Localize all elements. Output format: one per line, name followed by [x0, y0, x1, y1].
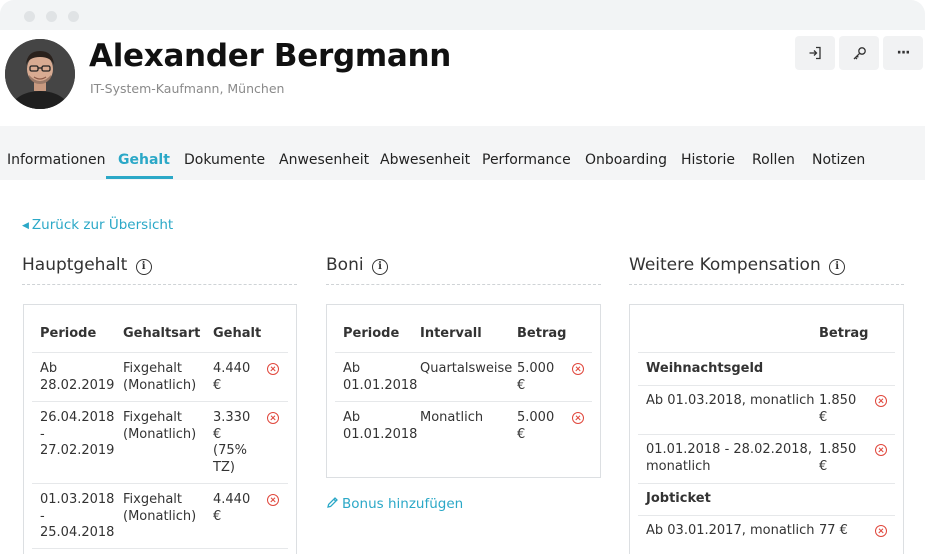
delete-icon[interactable]: [572, 363, 584, 375]
app-window: Alexander Bergmann IT-System-Kaufmann, M…: [0, 0, 925, 554]
row-divider: [638, 385, 895, 386]
key-icon: [853, 46, 866, 59]
cell-gehalt: 4.440 €: [213, 361, 251, 393]
back-link-label: Zurück zur Übersicht: [31, 217, 174, 233]
tab-notizen[interactable]: Notizen: [812, 152, 865, 168]
boni-table: Periode Intervall Betrag Ab 01.01.2018 Q…: [326, 304, 601, 478]
window-close-dot[interactable]: [24, 11, 35, 22]
cell-periode: Ab 03.01.2017, monatlich: [646, 523, 815, 538]
employee-subtitle: IT-System-Kaufmann, München: [90, 81, 285, 96]
login-as-button[interactable]: [795, 36, 835, 70]
delete-icon[interactable]: [875, 525, 887, 537]
cell-betrag: 77 €: [819, 523, 848, 538]
tab-rollen[interactable]: Rollen: [752, 152, 795, 168]
more-button[interactable]: ···: [883, 36, 923, 70]
cell-periode: 01.01.2018 - 28.02.2018, monatlich: [646, 442, 812, 474]
row-divider: [335, 401, 592, 402]
column-header-gehalt: Gehalt: [213, 326, 262, 341]
password-button[interactable]: [839, 36, 879, 70]
row-divider: [32, 352, 288, 353]
cell-gehaltsart: Fixgehalt (Monatlich): [123, 361, 197, 393]
column-header-intervall: Intervall: [420, 326, 482, 341]
tab-bar: Informationen Gehalt Dokumente Anwesenhe…: [0, 126, 925, 180]
row-divider: [32, 401, 288, 402]
row-divider: [638, 434, 895, 435]
section-divider: [629, 284, 904, 285]
cell-betrag: 1.850 €: [819, 442, 857, 474]
cell-betrag: 1.850 €: [819, 393, 857, 425]
column-header-gehaltsart: Gehaltsart: [123, 326, 201, 341]
column-header-betrag: Betrag: [819, 326, 869, 341]
sign-in-icon: [809, 46, 821, 60]
row-divider: [638, 515, 895, 516]
cell-periode: Ab 28.02.2019: [40, 361, 115, 393]
cell-betrag: 5.000 €: [517, 410, 555, 442]
cell-periode: Ab 01.03.2018, monatlich: [646, 393, 815, 408]
column-header-periode: Periode: [343, 326, 400, 341]
delete-icon[interactable]: [572, 412, 584, 424]
delete-icon[interactable]: [875, 395, 887, 407]
cell-gehaltsart: Fixgehalt (Monatlich): [123, 410, 197, 442]
info-icon[interactable]: i: [135, 259, 152, 275]
delete-icon[interactable]: [267, 412, 279, 424]
hauptgehalt-table: Periode Gehaltsart Gehalt Ab 28.02.2019 …: [23, 304, 297, 554]
section-title-boni: Boni i: [326, 255, 388, 275]
delete-icon[interactable]: [875, 444, 887, 456]
cell-gehalt: 3.330 € (75% TZ): [213, 410, 251, 475]
row-divider: [32, 483, 288, 484]
employee-name: Alexander Bergmann: [89, 38, 452, 74]
tab-dokumente[interactable]: Dokumente: [184, 152, 265, 168]
row-divider: [638, 483, 895, 484]
cell-gehalt: 4.440 €: [213, 492, 251, 524]
avatar: [5, 39, 75, 109]
tab-gehalt[interactable]: Gehalt: [118, 152, 170, 168]
tab-historie[interactable]: Historie: [681, 152, 735, 168]
tab-informationen[interactable]: Informationen: [7, 152, 106, 168]
column-header-periode: Periode: [40, 326, 97, 341]
window-titlebar: [0, 0, 925, 30]
tab-onboarding[interactable]: Onboarding: [585, 152, 667, 168]
window-minimize-dot[interactable]: [46, 11, 57, 22]
row-divider: [335, 352, 592, 353]
cell-periode: Ab 01.01.2018: [343, 410, 418, 442]
cell-intervall: Monatlich: [420, 410, 484, 425]
group-jobticket: Jobticket: [646, 491, 711, 506]
back-link[interactable]: ◀ Zurück zur Übersicht: [22, 217, 173, 233]
section-divider: [22, 284, 297, 285]
tab-abwesenheit[interactable]: Abwesenheit: [380, 152, 470, 168]
cell-periode: 01.03.2018 - 25.04.2018: [40, 492, 115, 540]
row-divider: [638, 352, 895, 353]
delete-icon[interactable]: [267, 494, 279, 506]
tab-performance[interactable]: Performance: [482, 152, 571, 168]
active-tab-indicator: [106, 176, 173, 179]
info-icon[interactable]: i: [829, 259, 846, 275]
section-divider: [326, 284, 601, 285]
section-title-hauptgehalt: Hauptgehalt i: [22, 255, 152, 275]
info-icon[interactable]: i: [371, 259, 388, 275]
cell-periode: Ab 01.01.2018: [343, 361, 418, 393]
delete-icon[interactable]: [267, 363, 279, 375]
section-title-text: Weitere Kompensation: [629, 255, 821, 275]
section-title-text: Boni: [326, 255, 364, 275]
column-header-betrag: Betrag: [517, 326, 567, 341]
pencil-icon: [327, 497, 338, 508]
cell-gehaltsart: Fixgehalt (Monatlich): [123, 492, 197, 524]
cell-intervall: Quartalsweise: [420, 361, 513, 376]
more-icon: ···: [896, 45, 911, 61]
group-weihnachtsgeld: Weihnachtsgeld: [646, 361, 764, 376]
tab-anwesenheit[interactable]: Anwesenheit: [279, 152, 369, 168]
weitere-kompensation-table: Betrag Weihnachtsgeld Ab 01.03.2018, mon…: [629, 304, 904, 554]
section-title-weitere-kompensation: Weitere Kompensation i: [629, 255, 846, 275]
cell-betrag: 5.000 €: [517, 361, 555, 393]
profile-header: Alexander Bergmann IT-System-Kaufmann, M…: [0, 30, 925, 126]
cell-periode: 26.04.2018 - 27.02.2019: [40, 410, 115, 458]
caret-left-icon: ◀: [22, 221, 29, 231]
row-divider: [32, 548, 288, 549]
add-bonus-link[interactable]: Bonus hinzufügen: [326, 496, 463, 512]
section-title-text: Hauptgehalt: [22, 255, 128, 275]
window-maximize-dot[interactable]: [68, 11, 79, 22]
add-bonus-label: Bonus hinzufügen: [342, 496, 464, 512]
